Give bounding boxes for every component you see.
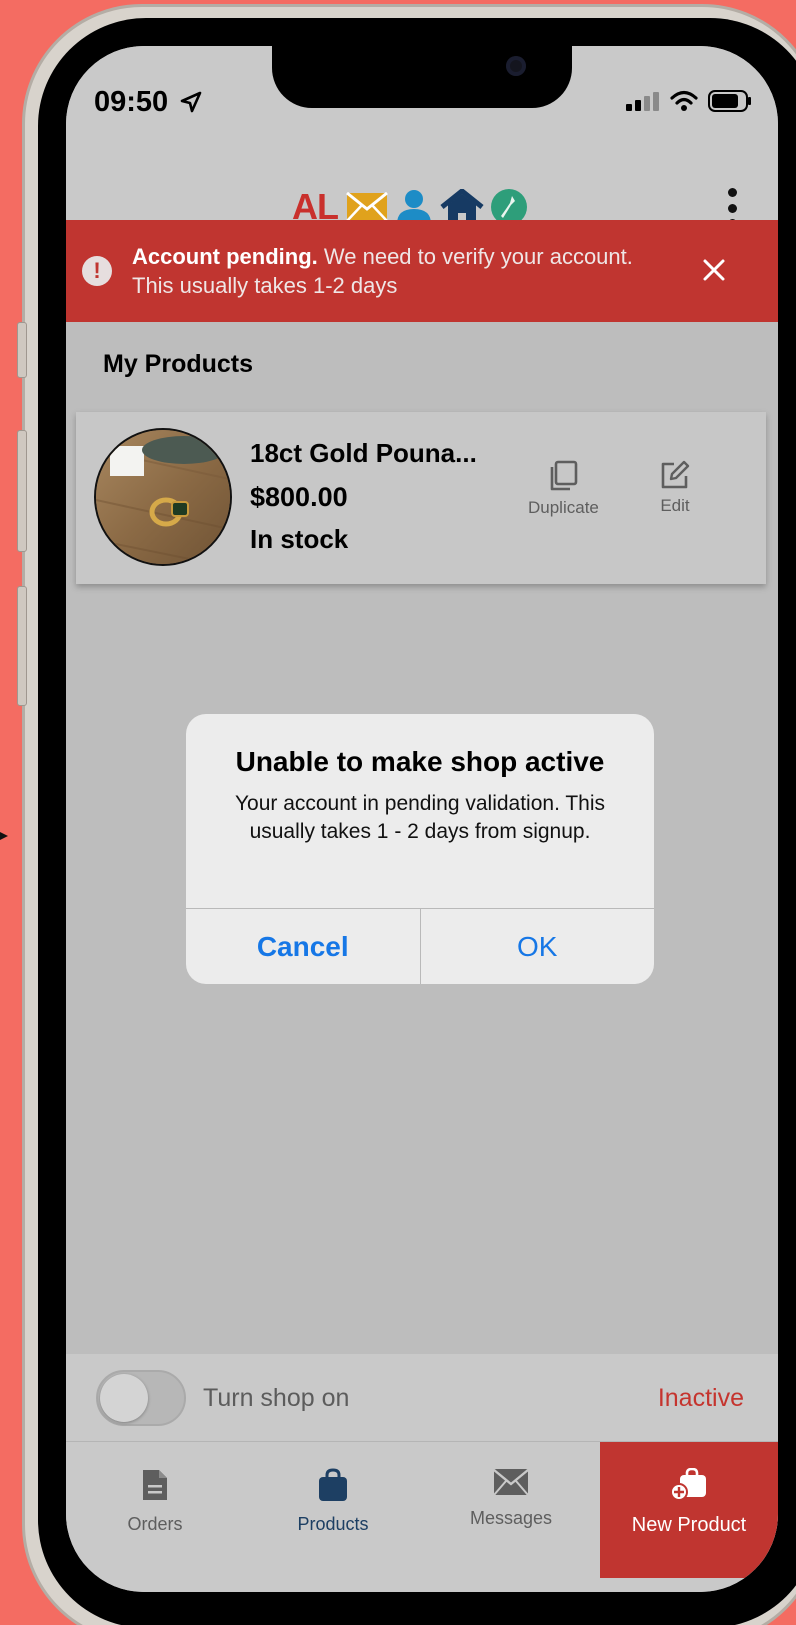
bottom-tab-bar: Orders Products Messages New Product bbox=[66, 1442, 778, 1592]
dialog-message: Your account in pending validation. This… bbox=[234, 792, 606, 843]
shop-toggle-switch[interactable] bbox=[96, 1370, 186, 1426]
ok-button[interactable]: OK bbox=[421, 909, 655, 984]
ring-photo bbox=[96, 430, 230, 564]
duplicate-button[interactable]: Duplicate bbox=[528, 460, 599, 518]
product-price: $800.00 bbox=[250, 482, 348, 512]
tab-products[interactable]: Products bbox=[244, 1442, 422, 1578]
status-time: 09:50 bbox=[94, 86, 169, 118]
toggle-label: Turn shop on bbox=[203, 1384, 350, 1412]
section-title: My Products bbox=[103, 350, 254, 378]
shop-status: Inactive bbox=[657, 1384, 744, 1412]
tab-new-product-label: New Product bbox=[631, 1514, 747, 1536]
banner-title: Account pending. bbox=[132, 244, 318, 269]
tab-new-product[interactable]: New Product bbox=[600, 1442, 778, 1578]
product-stock-status: In stock bbox=[250, 524, 349, 554]
envelope-icon bbox=[493, 1469, 529, 1496]
signal-icon bbox=[626, 92, 659, 111]
location-arrow-icon bbox=[180, 91, 202, 113]
dialog-title: Unable to make shop active bbox=[235, 746, 605, 777]
product-name: 18ct Gold Pouna... bbox=[250, 438, 477, 468]
menu-dot bbox=[727, 203, 737, 213]
duplicate-label: Duplicate bbox=[528, 498, 599, 517]
edit-button[interactable]: Edit bbox=[660, 460, 690, 516]
tab-products-label: Products bbox=[297, 1514, 369, 1534]
envelope-logo-icon bbox=[346, 192, 388, 222]
cancel-button[interactable]: Cancel bbox=[186, 909, 421, 984]
duplicate-icon bbox=[551, 460, 578, 491]
alert-dialog: Unable to make shop active Your account … bbox=[186, 714, 654, 984]
document-icon bbox=[143, 1470, 167, 1500]
side-button bbox=[17, 322, 27, 378]
product-card[interactable]: 18ct Gold Pouna... $800.00 In stock Dupl… bbox=[76, 412, 766, 584]
side-button bbox=[17, 430, 27, 552]
notch bbox=[272, 46, 572, 108]
edit-icon bbox=[661, 460, 690, 489]
close-icon[interactable] bbox=[700, 256, 728, 284]
status-icons bbox=[626, 90, 752, 112]
shop-toggle-bar: Turn shop on Inactive bbox=[66, 1354, 778, 1442]
tab-orders-label: Orders bbox=[127, 1514, 183, 1534]
wifi-icon bbox=[670, 90, 698, 111]
menu-dot bbox=[727, 188, 737, 197]
add-bag-icon bbox=[670, 1468, 706, 1501]
banner-text: Account pending. We need to verify your … bbox=[132, 242, 652, 300]
product-image bbox=[94, 428, 232, 566]
edit-label: Edit bbox=[660, 496, 690, 515]
alert-icon: ! bbox=[82, 256, 112, 286]
tab-messages[interactable]: Messages bbox=[422, 1442, 600, 1578]
side-button bbox=[17, 586, 27, 706]
edge-arrow-icon bbox=[0, 832, 8, 840]
camera-icon bbox=[506, 56, 526, 76]
tab-messages-label: Messages bbox=[469, 1508, 553, 1528]
phone-screen: 09:50 AL ! Account pending. We need to v… bbox=[66, 46, 778, 1592]
battery-icon bbox=[708, 90, 751, 112]
tab-orders[interactable]: Orders bbox=[66, 1442, 244, 1578]
account-pending-banner: ! Account pending. We need to verify you… bbox=[66, 220, 778, 322]
dialog-actions: Cancel OK bbox=[186, 908, 654, 984]
shopping-bag-icon bbox=[319, 1468, 347, 1501]
toggle-knob bbox=[100, 1374, 148, 1422]
